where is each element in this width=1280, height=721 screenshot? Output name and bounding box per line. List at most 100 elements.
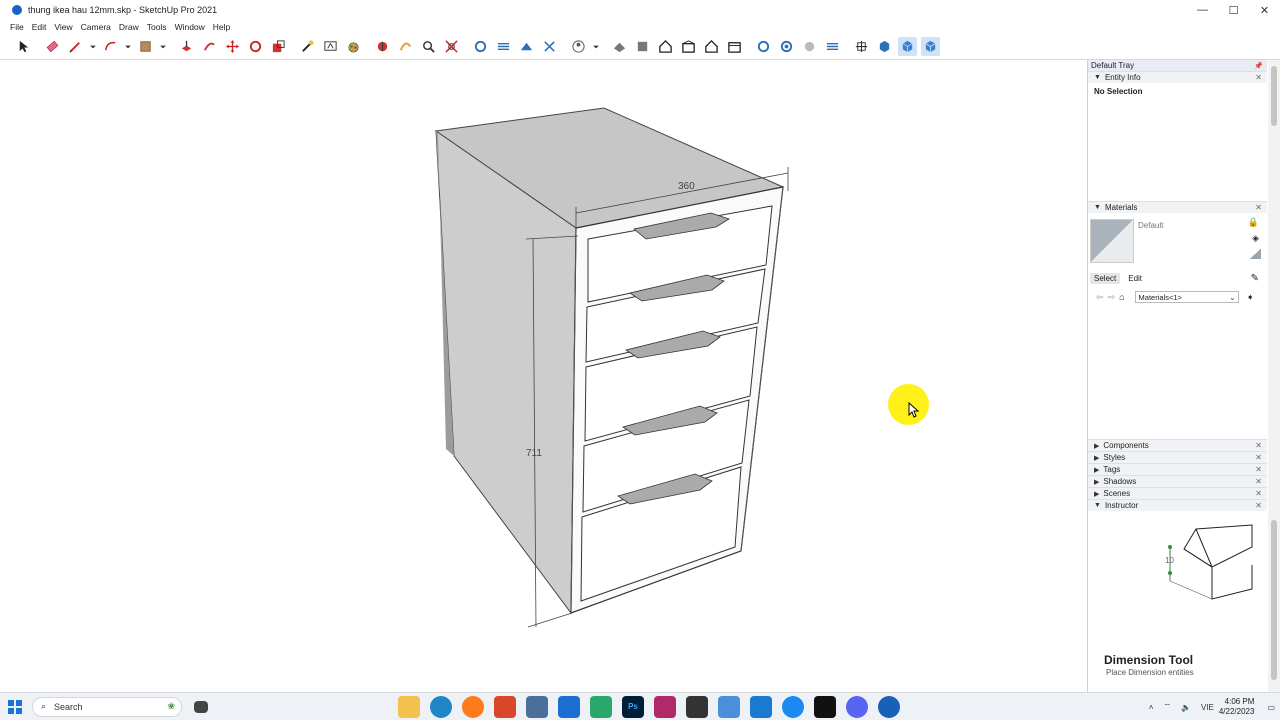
materials-library-select[interactable]: Materials<1> ⌄ xyxy=(1134,291,1239,303)
panel-entity-info[interactable]: ▼ Entity Info ✕ xyxy=(1088,71,1267,83)
back-arrow-icon[interactable]: ⇦ xyxy=(1096,292,1104,303)
text-icon[interactable] xyxy=(321,37,340,56)
sample-paint-icon[interactable] xyxy=(1249,249,1261,259)
textured-icon[interactable] xyxy=(921,37,940,56)
menu-draw[interactable]: Draw xyxy=(115,22,143,32)
sketchup-taskbar-icon[interactable] xyxy=(878,695,900,718)
panel-tags[interactable]: ▶ Tags ✕ xyxy=(1088,463,1267,475)
components-icon[interactable] xyxy=(754,37,773,56)
user-icon[interactable] xyxy=(540,37,559,56)
spreadsheet-icon[interactable] xyxy=(558,695,580,718)
scrollbar-thumb-lower[interactable] xyxy=(1271,520,1277,680)
minimize-button[interactable]: — xyxy=(1187,0,1218,20)
trello-icon[interactable] xyxy=(750,695,772,718)
panel-components[interactable]: ▶ Components ✕ xyxy=(1088,439,1267,451)
close-panel-icon[interactable]: ✕ xyxy=(1255,203,1262,212)
edge-browser-icon[interactable] xyxy=(430,695,452,718)
chevron-up-icon[interactable]: ˄ xyxy=(1149,703,1154,712)
camera-icon[interactable] xyxy=(494,37,513,56)
rectangle-dropdown-icon[interactable] xyxy=(159,37,167,56)
file-explorer-icon[interactable] xyxy=(398,695,420,718)
push-pull-icon[interactable] xyxy=(177,37,196,56)
close-panel-icon[interactable]: ✕ xyxy=(1255,477,1262,486)
arc-icon[interactable] xyxy=(101,37,120,56)
maximize-button[interactable]: ☐ xyxy=(1218,0,1249,20)
rotate-icon[interactable] xyxy=(246,37,265,56)
follow-me-icon[interactable] xyxy=(200,37,219,56)
language-indicator[interactable]: VIE xyxy=(1201,703,1214,712)
panel-styles[interactable]: ▶ Styles ✕ xyxy=(1088,451,1267,463)
home-icon[interactable]: ⌂ xyxy=(1119,292,1124,302)
eraser-icon[interactable] xyxy=(43,37,62,56)
zoom-icon[interactable] xyxy=(419,37,438,56)
move-icon[interactable] xyxy=(223,37,242,56)
create-material-icon[interactable]: ◈ xyxy=(1252,233,1259,244)
tray-scrollbar[interactable] xyxy=(1268,60,1280,692)
top-view-icon[interactable] xyxy=(633,37,652,56)
close-panel-icon[interactable]: ✕ xyxy=(1255,453,1262,462)
model-viewport[interactable]: 360 711 xyxy=(6,61,1086,692)
close-panel-icon[interactable]: ✕ xyxy=(1255,489,1262,498)
calculator-icon[interactable] xyxy=(526,695,548,718)
windows-start-icon[interactable] xyxy=(0,693,30,721)
menu-help[interactable]: Help xyxy=(209,22,234,32)
close-panel-icon[interactable]: ✕ xyxy=(1255,465,1262,474)
panel-instructor[interactable]: ▼ Instructor ✕ xyxy=(1088,499,1267,511)
scrollbar-thumb[interactable] xyxy=(1271,66,1277,126)
close-panel-icon[interactable]: ✕ xyxy=(1255,441,1262,450)
menu-camera[interactable]: Camera xyxy=(77,22,115,32)
pencil-line-icon[interactable] xyxy=(66,37,85,56)
right-view-icon[interactable] xyxy=(679,37,698,56)
close-panel-icon[interactable]: ✕ xyxy=(1255,73,1262,82)
paint-bucket-icon[interactable] xyxy=(344,37,363,56)
orbit-icon[interactable] xyxy=(396,37,415,56)
color-app-icon[interactable] xyxy=(654,695,676,718)
firefox-icon[interactable] xyxy=(462,695,484,718)
wifi-icon[interactable]: ⌔ xyxy=(1163,702,1171,712)
arc-dropdown-icon[interactable] xyxy=(124,37,132,56)
menu-tools[interactable]: Tools xyxy=(143,22,171,32)
discord-icon[interactable] xyxy=(846,695,868,718)
select-icon[interactable] xyxy=(14,37,33,56)
material-swatch[interactable] xyxy=(1090,219,1134,263)
walk-icon[interactable] xyxy=(517,37,536,56)
tray-pin-icon[interactable]: 📌 xyxy=(1254,62,1263,70)
tags-icon[interactable] xyxy=(823,37,842,56)
material-lock-icon[interactable]: 🔒 xyxy=(1248,217,1259,228)
zoom-extents-icon[interactable] xyxy=(442,37,461,56)
left-view-icon[interactable] xyxy=(725,37,744,56)
menu-view[interactable]: View xyxy=(50,22,76,32)
front-view-icon[interactable] xyxy=(656,37,675,56)
back-edges-icon[interactable] xyxy=(875,37,894,56)
x-ray-icon[interactable] xyxy=(852,37,871,56)
arc-app-icon[interactable] xyxy=(686,695,708,718)
task-view-icon[interactable] xyxy=(194,700,208,713)
taskbar-clock[interactable]: 4:06 PM 4/22/2023 xyxy=(1219,697,1255,717)
panel-materials[interactable]: ▼ Materials ✕ xyxy=(1088,201,1267,213)
mail-icon[interactable] xyxy=(718,695,740,718)
line-dropdown-icon[interactable] xyxy=(89,37,97,56)
profile-dropdown-icon[interactable] xyxy=(592,37,600,56)
section-plane-icon[interactable] xyxy=(373,37,392,56)
shaded-icon[interactable] xyxy=(898,37,917,56)
close-button[interactable]: ✕ xyxy=(1249,0,1280,20)
details-arrow-icon[interactable]: ➧ xyxy=(1247,292,1255,303)
scale-icon[interactable] xyxy=(269,37,288,56)
styles-icon[interactable] xyxy=(800,37,819,56)
menu-edit[interactable]: Edit xyxy=(28,22,51,32)
panel-scenes[interactable]: ▶ Scenes ✕ xyxy=(1088,487,1267,499)
tab-select[interactable]: Select xyxy=(1090,273,1121,284)
tab-edit[interactable]: Edit xyxy=(1124,273,1146,284)
back-view-icon[interactable] xyxy=(702,37,721,56)
chrome-like-icon[interactable] xyxy=(494,695,516,718)
profile-icon[interactable] xyxy=(569,37,588,56)
menu-file[interactable]: File xyxy=(6,22,28,32)
undo-view-icon[interactable] xyxy=(471,37,490,56)
panel-shadows[interactable]: ▶ Shadows ✕ xyxy=(1088,475,1267,487)
volume-icon[interactable]: 🔈 xyxy=(1181,703,1191,712)
menu-window[interactable]: Window xyxy=(171,22,209,32)
green-app-icon[interactable] xyxy=(590,695,612,718)
iso-view-icon[interactable] xyxy=(610,37,629,56)
taskbar-search-input[interactable]: ⌕ Search ❀ xyxy=(32,696,182,717)
rectangle-icon[interactable] xyxy=(136,37,155,56)
